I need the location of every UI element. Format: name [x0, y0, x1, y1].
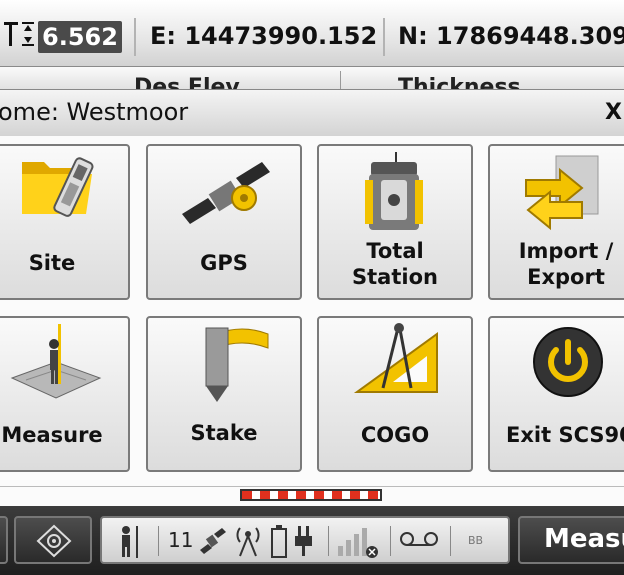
satellite-count: 11: [168, 528, 194, 552]
radio-antenna-icon: [236, 527, 260, 557]
progress-strip: [0, 486, 624, 507]
measure-tile[interactable]: Measure: [0, 316, 130, 472]
close-button[interactable]: X: [605, 100, 622, 125]
left-button[interactable]: [0, 516, 8, 564]
status-icons-group[interactable]: 11 BB: [100, 516, 510, 564]
bb-indicator: BB: [468, 534, 484, 547]
tile-label: Site: [28, 251, 76, 275]
gps-satellite-icon: [182, 162, 270, 224]
coordinate-bar: 6.562 E: 14473990.152 N: 17869448.309: [0, 0, 624, 67]
import-export-tile[interactable]: Import / Export: [488, 144, 624, 300]
separator: [158, 526, 159, 556]
page-title: ome: Westmoor: [0, 98, 189, 126]
total-station-tile[interactable]: Total Station: [317, 144, 473, 300]
tile-label: Measure: [1, 423, 103, 447]
column-header-thickness: Thickness: [398, 75, 521, 89]
map-view-icon: [36, 524, 72, 558]
home-title-bar: ome: Westmoor X: [0, 89, 624, 137]
northing-value: N: 17869448.309: [398, 22, 624, 50]
separator: [450, 526, 451, 556]
stake-tile[interactable]: Stake: [146, 316, 302, 472]
status-bar: 11 BB Meas: [0, 506, 624, 575]
site-folder-icon: [22, 157, 94, 217]
tile-label: Total Station: [352, 239, 438, 289]
tile-label: Stake: [190, 421, 258, 445]
import-export-icon: [525, 155, 599, 231]
tile-label: Import / Export: [518, 239, 614, 289]
measure-button[interactable]: Measu: [518, 516, 624, 564]
easting-value: E: 14473990.152: [150, 22, 378, 50]
power-icon: [533, 327, 603, 397]
data-logging-icon: [400, 532, 438, 546]
separator: [383, 18, 385, 56]
cogo-tile[interactable]: COGO: [317, 316, 473, 472]
site-tile[interactable]: Site: [0, 144, 130, 300]
separator: [390, 526, 391, 556]
measure-surveyor-icon: [10, 324, 102, 399]
column-divider: [340, 71, 341, 89]
separator: [328, 526, 329, 556]
total-station-icon: [365, 152, 423, 230]
signal-strength-icon: [338, 528, 378, 558]
column-header-strip: Des Elev Thickness: [0, 67, 624, 89]
tile-label: GPS: [200, 251, 248, 275]
progress-indicator: [240, 489, 382, 501]
surveyor-icon: [122, 526, 138, 558]
tile-label: Exit SCS900: [506, 423, 624, 447]
measure-button-label: Measu: [544, 524, 624, 554]
tile-label: COGO: [360, 423, 430, 447]
home-menu-grid: Site GPS Total Station Import / Export M…: [0, 136, 624, 486]
map-view-button[interactable]: [14, 516, 92, 564]
gps-tile[interactable]: GPS: [146, 144, 302, 300]
rod-height-icon: [4, 22, 34, 46]
column-header-des-elev: Des Elev: [134, 75, 240, 89]
separator: [134, 18, 136, 56]
cogo-compass-icon: [353, 323, 438, 393]
stake-icon: [205, 327, 269, 402]
satellite-icon: [200, 528, 226, 554]
battery-icon: [271, 525, 287, 558]
exit-tile[interactable]: Exit SCS900: [488, 316, 624, 472]
power-plug-icon: [295, 526, 312, 556]
elevation-value[interactable]: 6.562: [38, 21, 122, 53]
